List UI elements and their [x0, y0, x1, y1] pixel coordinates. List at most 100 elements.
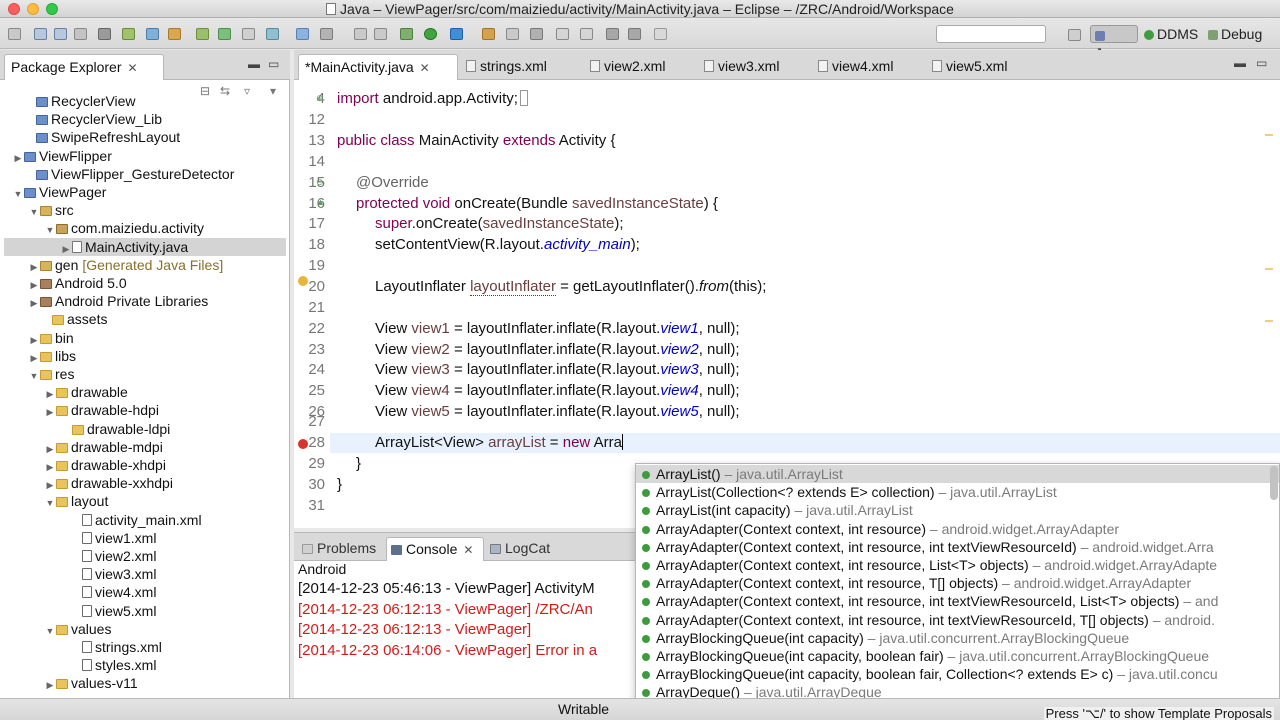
- fold-collapse-icon[interactable]: ⊖: [316, 177, 324, 188]
- tree-item[interactable]: SwipeRefreshLayout: [0, 128, 288, 146]
- maximize-window-icon[interactable]: [46, 3, 58, 15]
- content-assist-popup[interactable]: ArrayList() – java.util.ArrayList ArrayLi…: [635, 463, 1280, 703]
- tab-problems[interactable]: Problems: [298, 537, 382, 561]
- code-area[interactable]: 4 12 13 14 15 16 17 18 19 20 21 22 23 24 25 26 27 28 29 30 3…: [294, 82, 1280, 528]
- tree-item[interactable]: ▶ drawable-xhdpi: [0, 456, 288, 474]
- overview-ruler[interactable]: [1264, 82, 1274, 528]
- suggestion-item[interactable]: ArrayList(Collection<? extends E> collec…: [636, 483, 1279, 501]
- search-toolbar-icon[interactable]: [296, 28, 309, 40]
- tree-item[interactable]: assets: [0, 310, 288, 328]
- task-icon[interactable]: [506, 28, 519, 40]
- tree-item[interactable]: styles.xml: [0, 656, 288, 674]
- popup-scrollbar[interactable]: [1270, 466, 1278, 500]
- suggestion-item[interactable]: ArrayAdapter(Context context, int resour…: [636, 611, 1279, 629]
- tree-item[interactable]: view1.xml: [0, 529, 288, 547]
- refresh-icon[interactable]: [266, 28, 279, 40]
- run-icon[interactable]: [424, 28, 437, 40]
- debug-icon[interactable]: [400, 28, 413, 40]
- tree-item[interactable]: ▼ ViewPager: [0, 183, 288, 201]
- folded-region-box[interactable]: [519, 90, 528, 106]
- override-marker-icon[interactable]: ▲: [316, 197, 325, 207]
- open-type-icon[interactable]: [242, 28, 255, 40]
- suggestion-item[interactable]: ArrayAdapter(Context context, int resour…: [636, 538, 1279, 556]
- minimize-view-icon[interactable]: ▬: [248, 57, 260, 71]
- tree-item[interactable]: ▶ drawable: [0, 383, 288, 401]
- ddms-perspective-button[interactable]: DDMS: [1142, 25, 1198, 43]
- android-lint-icon[interactable]: [146, 28, 159, 40]
- suggestion-item[interactable]: ArrayAdapter(Context context, int resour…: [636, 556, 1279, 574]
- forward-icon[interactable]: [628, 28, 641, 40]
- tree-item[interactable]: ▼ com.maiziedu.activity: [0, 219, 288, 237]
- collapsed-arrow-icon[interactable]: ▶: [44, 676, 56, 694]
- tree-item[interactable]: ▶ MainActivity.java: [4, 237, 286, 256]
- run-config-icon[interactable]: [450, 28, 463, 40]
- tree-item[interactable]: view3.xml: [0, 565, 288, 583]
- android-sdk-icon[interactable]: [98, 28, 111, 40]
- tree-item[interactable]: RecyclerView: [0, 92, 288, 110]
- block-icon[interactable]: [374, 28, 387, 40]
- new-java-class-icon[interactable]: [196, 28, 209, 40]
- close-icon[interactable]: ✕: [463, 543, 473, 557]
- maximize-view-icon[interactable]: ▭: [268, 57, 279, 71]
- tree-item[interactable]: ▶ drawable-xxhdpi: [0, 474, 288, 492]
- tree-item[interactable]: ▶ libs: [0, 347, 288, 365]
- tree-item[interactable]: ▼ res: [0, 365, 288, 383]
- close-window-icon[interactable]: [8, 3, 20, 15]
- tree-item[interactable]: ▶ drawable-hdpi: [0, 401, 288, 419]
- tab-console[interactable]: Console ✕: [386, 537, 484, 561]
- suggestion-item[interactable]: ArrayList(int capacity) – java.util.Arra…: [636, 501, 1279, 519]
- quick-access-search-input[interactable]: [936, 25, 1046, 43]
- last-edit-icon[interactable]: [654, 28, 667, 40]
- save-icon[interactable]: [34, 28, 47, 40]
- tree-item[interactable]: ▼ values: [0, 620, 288, 638]
- new-android-project-icon[interactable]: [168, 28, 181, 40]
- suggestion-item[interactable]: ArrayAdapter(Context context, int resour…: [636, 520, 1279, 538]
- android-avd-icon[interactable]: [122, 28, 135, 40]
- toggle-mark-icon[interactable]: [320, 28, 333, 40]
- maximize-editor-icon[interactable]: ▭: [1256, 56, 1267, 70]
- previous-annotation-icon[interactable]: [580, 28, 593, 40]
- error-marker-icon[interactable]: [298, 439, 308, 449]
- tree-item[interactable]: ViewFlipper_GestureDetector: [0, 165, 288, 183]
- tab-strings[interactable]: strings.xml: [460, 54, 568, 80]
- package-explorer-tab[interactable]: Package Explorer ✕: [4, 54, 164, 80]
- tree-item[interactable]: view4.xml: [0, 583, 288, 601]
- suggestion-item[interactable]: ArrayList() – java.util.ArrayList: [636, 465, 1279, 483]
- new-icon[interactable]: [8, 28, 21, 40]
- tree-item[interactable]: ▶ bin: [0, 329, 288, 347]
- tree-item[interactable]: view5.xml: [0, 602, 288, 620]
- new-xml-file-icon[interactable]: [218, 28, 231, 40]
- annotation-icon[interactable]: [530, 28, 543, 40]
- tree-item[interactable]: drawable-ldpi: [0, 420, 288, 438]
- ruler-marker[interactable]: [1265, 320, 1273, 322]
- tab-logcat[interactable]: LogCat: [486, 537, 564, 561]
- debug-perspective-button[interactable]: Debug: [1208, 25, 1262, 43]
- suggestion-item[interactable]: ArrayBlockingQueue(int capacity) – java.…: [636, 629, 1279, 647]
- suggestion-item[interactable]: ArrayAdapter(Context context, int resour…: [636, 592, 1279, 610]
- tab-view5[interactable]: view5.xml: [926, 54, 1034, 80]
- tab-view4[interactable]: view4.xml: [812, 54, 920, 80]
- open-folder-icon[interactable]: [482, 28, 495, 40]
- tree-item[interactable]: ▶ ViewFlipper: [0, 147, 288, 165]
- ruler-marker[interactable]: [1265, 134, 1273, 136]
- tree-item[interactable]: ▶ gen [Generated Java Files]: [0, 256, 288, 274]
- tree-item[interactable]: ▶ Android 5.0: [0, 274, 288, 292]
- tree-item[interactable]: strings.xml: [0, 638, 288, 656]
- print-icon[interactable]: [74, 28, 87, 40]
- suggestion-item[interactable]: ArrayBlockingQueue(int capacity, boolean…: [636, 665, 1279, 683]
- external-tools-icon[interactable]: [354, 28, 367, 40]
- suggestion-item[interactable]: ArrayAdapter(Context context, int resour…: [636, 574, 1279, 592]
- warning-marker-icon[interactable]: [298, 276, 308, 286]
- ruler-marker[interactable]: [1265, 268, 1273, 270]
- back-icon[interactable]: [606, 28, 619, 40]
- tab-view2[interactable]: view2.xml: [584, 54, 692, 80]
- save-all-icon[interactable]: [54, 28, 67, 40]
- minimize-editor-icon[interactable]: ▬: [1234, 56, 1246, 70]
- tree-item[interactable]: ▶ drawable-mdpi: [0, 438, 288, 456]
- tree-item[interactable]: activity_main.xml: [0, 511, 288, 529]
- suggestion-item[interactable]: ArrayBlockingQueue(int capacity, boolean…: [636, 647, 1279, 665]
- tab-mainactivity[interactable]: *MainActivity.java ✕: [298, 54, 458, 80]
- next-annotation-icon[interactable]: [556, 28, 569, 40]
- tree-item[interactable]: RecyclerView_Lib: [0, 110, 288, 128]
- tree-item[interactable]: ▶ values-v11: [0, 674, 288, 692]
